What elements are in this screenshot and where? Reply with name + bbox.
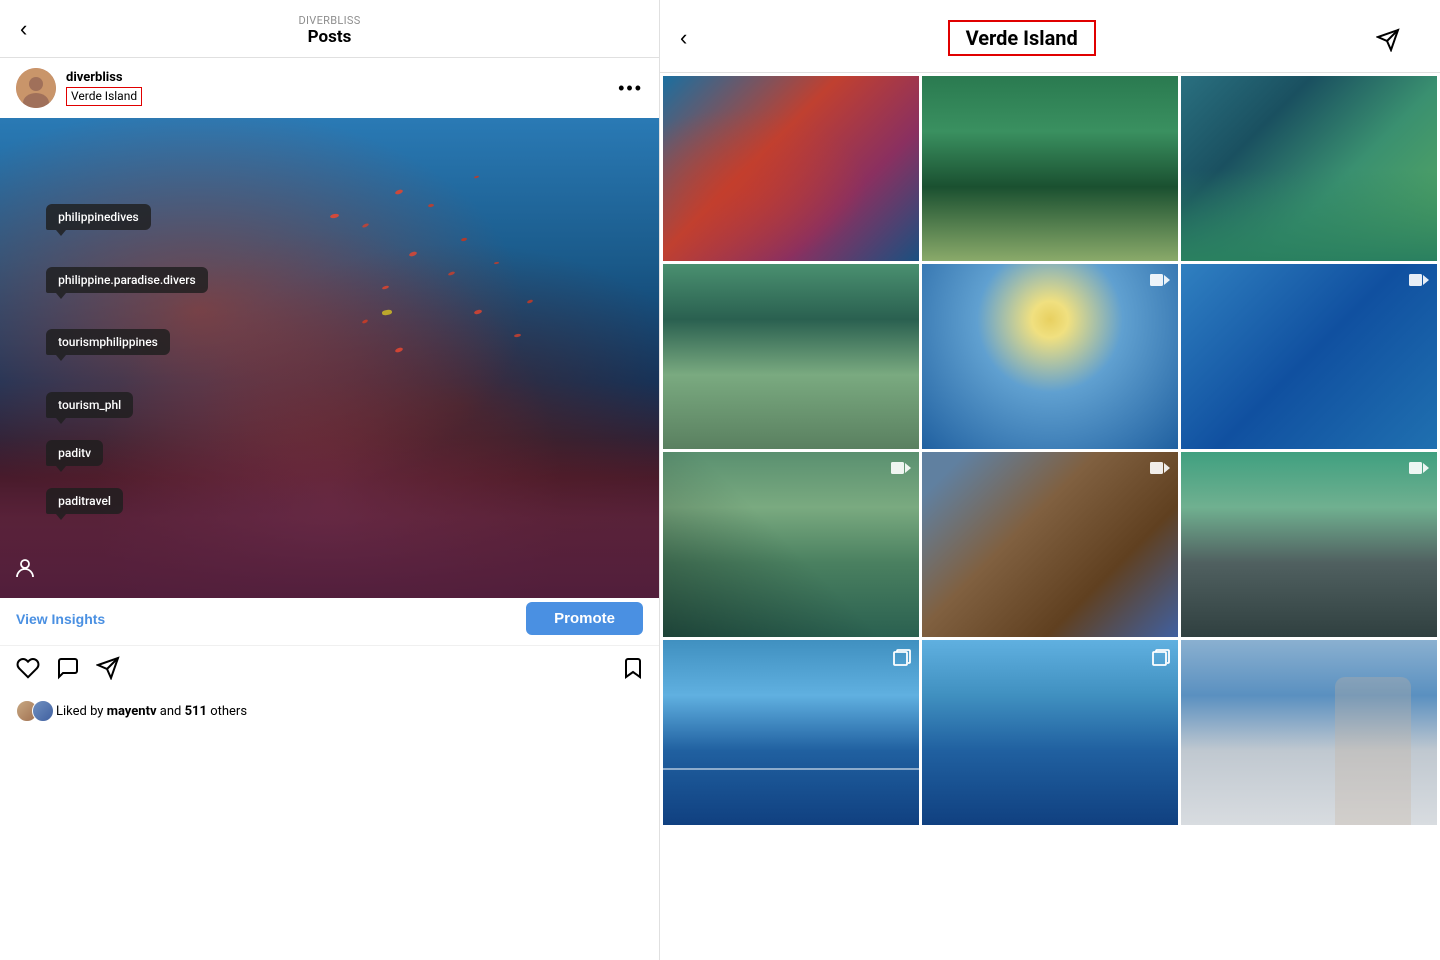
grid-cell-2[interactable] — [922, 76, 1178, 261]
screen-title: Posts — [20, 27, 639, 47]
video-icon-6 — [1409, 272, 1429, 292]
post-header: diverbliss Verde Island ••• — [0, 58, 659, 118]
likes-text: Liked by mayentv and 511 others — [56, 704, 247, 719]
back-button-left[interactable]: ‹ — [20, 16, 27, 42]
bookmark-icon[interactable] — [621, 656, 643, 686]
left-header: ‹ DIVERBLISS Posts — [0, 0, 659, 58]
multi-icon-10 — [893, 648, 911, 670]
view-insights-button[interactable]: View Insights — [16, 611, 105, 627]
post-meta: diverbliss Verde Island — [66, 70, 142, 107]
grid-cell-3[interactable] — [1181, 76, 1437, 261]
photo-grid — [660, 73, 1440, 960]
grid-cell-12[interactable] — [1181, 640, 1437, 825]
right-send-icon[interactable] — [1356, 14, 1420, 62]
likes-count: 511 — [185, 704, 207, 719]
grid-cell-5[interactable] — [922, 264, 1178, 449]
right-header: ‹ Verde Island — [660, 0, 1440, 73]
heart-icon[interactable] — [16, 656, 40, 686]
likes-name[interactable]: mayentv — [107, 704, 157, 719]
post-actions-row — [0, 646, 659, 696]
video-icon-9 — [1409, 460, 1429, 480]
username[interactable]: diverbliss — [66, 70, 142, 85]
grid-cell-7[interactable] — [663, 452, 919, 637]
more-button[interactable]: ••• — [618, 78, 643, 99]
location-tag[interactable]: Verde Island — [66, 87, 142, 107]
page-title: Verde Island — [966, 26, 1078, 50]
post-image: philippinedives philippine.paradise.dive… — [0, 118, 659, 598]
avatar[interactable] — [16, 68, 56, 108]
video-icon-8 — [1150, 460, 1170, 480]
video-icon-5 — [1150, 272, 1170, 292]
left-panel: ‹ DIVERBLISS Posts diverbliss Verde Isla… — [0, 0, 660, 960]
insights-promote-row: View Insights Promote — [0, 598, 659, 646]
post-header-left: diverbliss Verde Island — [16, 68, 142, 108]
tag-paditv[interactable]: paditv — [46, 440, 103, 466]
tag-paditravel[interactable]: paditravel — [46, 488, 123, 514]
left-action-icons — [16, 656, 120, 686]
tag-tourismphilippines[interactable]: tourismphilippines — [46, 329, 170, 355]
screen-label: DIVERBLISS — [20, 14, 639, 27]
grid-cell-10[interactable] — [663, 640, 919, 825]
like-avatar-2 — [32, 700, 54, 722]
grid-cell-8[interactable] — [922, 452, 1178, 637]
back-button-right[interactable]: ‹ — [680, 25, 687, 51]
grid-cell-1[interactable] — [663, 76, 919, 261]
tag-philippinedives[interactable]: philippinedives — [46, 204, 151, 230]
grid-cell-9[interactable] — [1181, 452, 1437, 637]
grid-cell-11[interactable] — [922, 640, 1178, 825]
person-tag-icon — [14, 557, 36, 584]
multi-icon-11 — [1152, 648, 1170, 670]
tag-paradisedivers[interactable]: philippine.paradise.divers — [46, 267, 208, 293]
send-icon[interactable] — [96, 656, 120, 686]
page-title-box: Verde Island — [948, 20, 1096, 56]
promote-button[interactable]: Promote — [526, 602, 643, 635]
tag-tourismphl[interactable]: tourism_phl — [46, 392, 133, 418]
like-avatars — [16, 700, 48, 722]
comment-icon[interactable] — [56, 656, 80, 686]
likes-row: Liked by mayentv and 511 others — [0, 696, 659, 728]
video-icon-7 — [891, 460, 911, 480]
grid-cell-4[interactable] — [663, 264, 919, 449]
right-panel: ‹ Verde Island — [660, 0, 1440, 960]
grid-cell-6[interactable] — [1181, 264, 1437, 449]
